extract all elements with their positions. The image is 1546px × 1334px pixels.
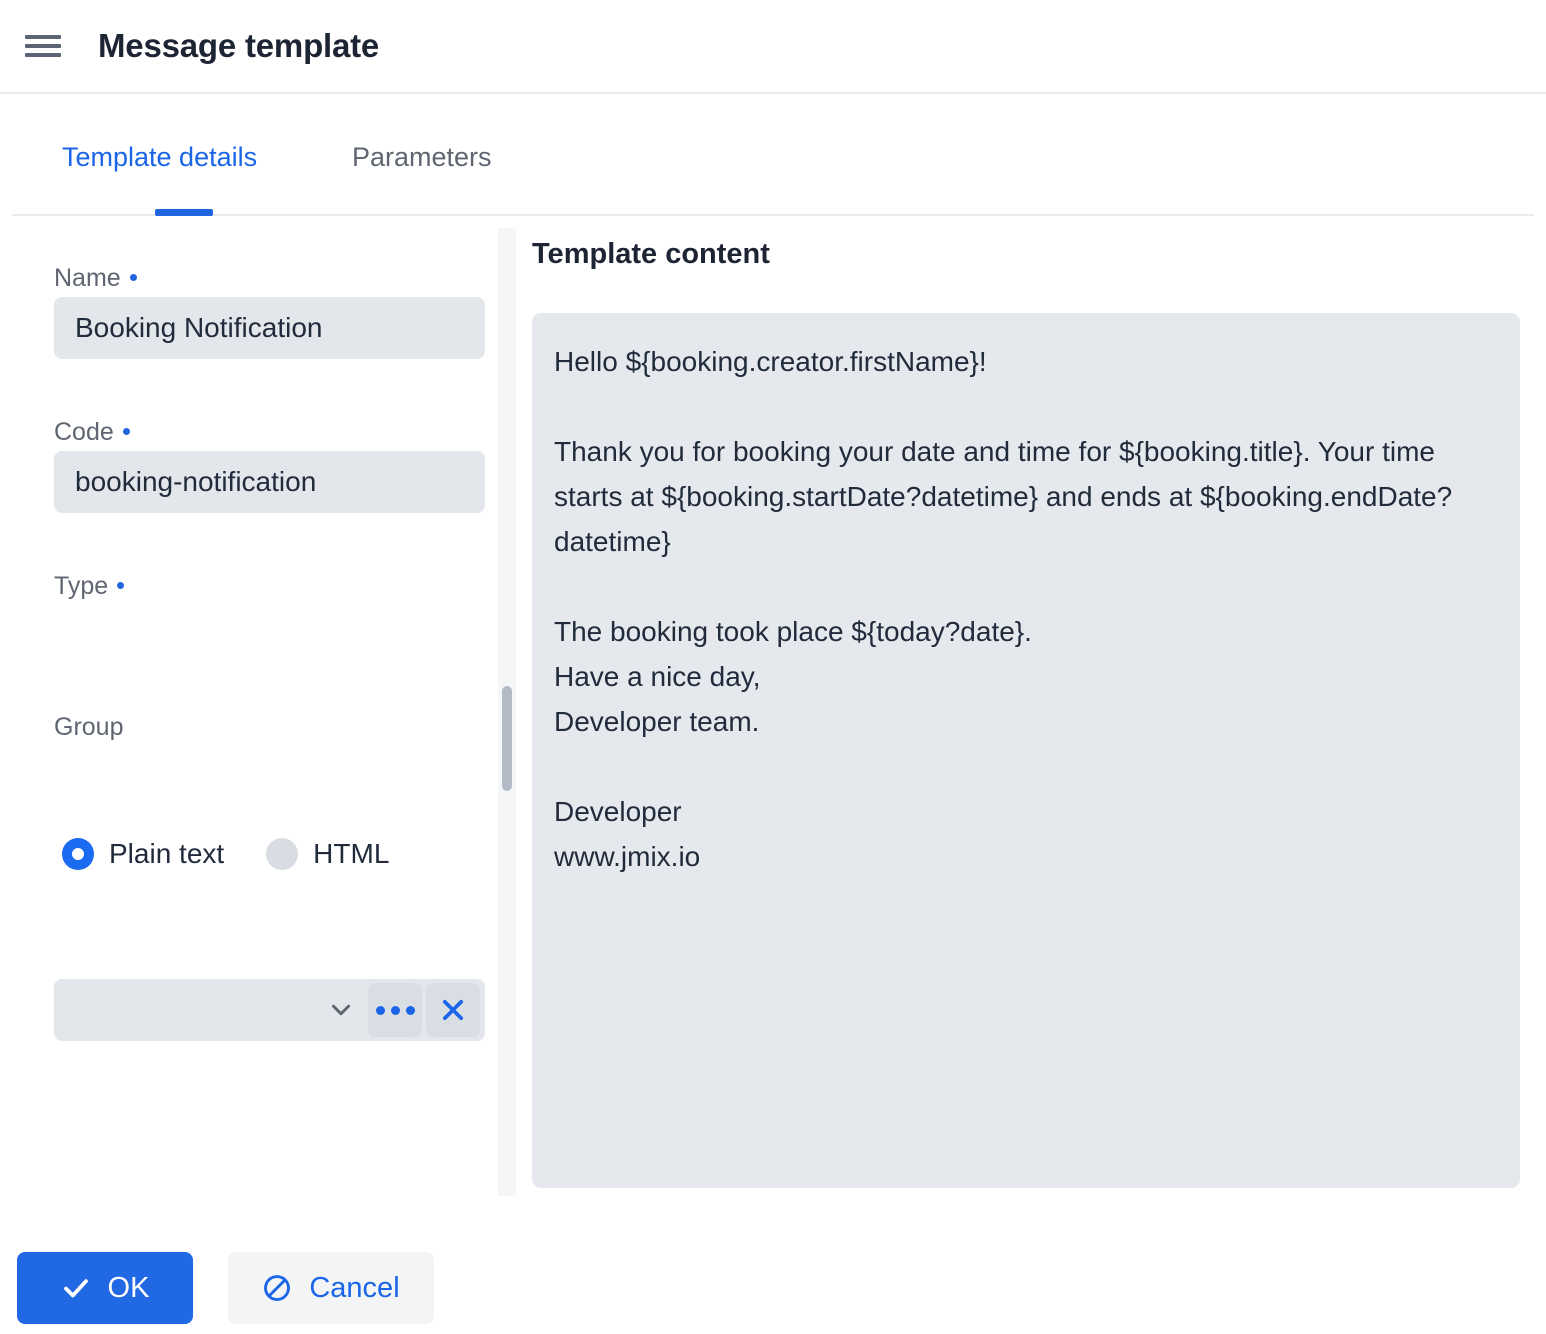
form-scrollbar-thumb[interactable]	[502, 686, 512, 791]
tab-parameters[interactable]: Parameters	[352, 142, 492, 173]
check-icon	[61, 1273, 91, 1303]
template-content-textarea[interactable]: Hello ${booking.creator.firstName}! Than…	[532, 313, 1520, 1188]
app-header: Message template	[0, 0, 1546, 94]
type-label-text: Type	[54, 572, 108, 600]
name-input[interactable]: Booking Notification	[54, 297, 485, 359]
hamburger-icon[interactable]	[25, 31, 61, 61]
template-content-title: Template content	[532, 228, 1520, 271]
ok-button-label: OK	[108, 1272, 150, 1305]
cancel-button[interactable]: Cancel	[228, 1252, 434, 1324]
code-label-text: Code	[54, 418, 114, 446]
radio-html-label: HTML	[313, 838, 389, 870]
active-tab-indicator	[155, 209, 213, 216]
type-field-label: Type	[54, 572, 124, 601]
type-radio-group: Plain text HTML	[62, 838, 431, 870]
required-dot-icon	[130, 274, 137, 281]
radio-unselected-icon	[266, 838, 298, 870]
chevron-down-icon[interactable]	[318, 987, 364, 1033]
group-field-label: Group	[54, 713, 123, 742]
dialog-actions: OK Cancel	[0, 1252, 1546, 1324]
required-dot-icon	[117, 582, 124, 589]
radio-plain-text[interactable]: Plain text	[62, 838, 224, 870]
template-details-form: Name Booking Notification Code booking-n…	[0, 216, 498, 1196]
ok-button[interactable]: OK	[17, 1252, 193, 1324]
ban-icon	[262, 1273, 292, 1303]
message-template-dialog: Message template Template details Parame…	[0, 0, 1546, 1334]
radio-html[interactable]: HTML	[266, 838, 389, 870]
name-label-text: Name	[54, 264, 121, 292]
close-icon	[439, 996, 467, 1024]
radio-selected-icon	[62, 838, 94, 870]
name-field-label: Name	[54, 264, 137, 293]
group-lookup-button[interactable]	[368, 983, 422, 1037]
tab-template-details[interactable]: Template details	[62, 142, 257, 173]
group-clear-button[interactable]	[426, 983, 480, 1037]
page-title: Message template	[98, 27, 379, 65]
tab-bar: Template details Parameters	[0, 94, 1546, 216]
radio-plain-text-label: Plain text	[109, 838, 224, 870]
group-label-text: Group	[54, 713, 123, 741]
code-field-label: Code	[54, 418, 130, 447]
group-picker	[54, 979, 485, 1041]
ellipsis-icon	[376, 1006, 415, 1015]
required-dot-icon	[123, 428, 130, 435]
code-input[interactable]: booking-notification	[54, 451, 485, 513]
cancel-button-label: Cancel	[309, 1272, 399, 1305]
form-scrollbar[interactable]	[498, 228, 516, 1196]
template-content-panel: Template content	[532, 228, 1520, 271]
